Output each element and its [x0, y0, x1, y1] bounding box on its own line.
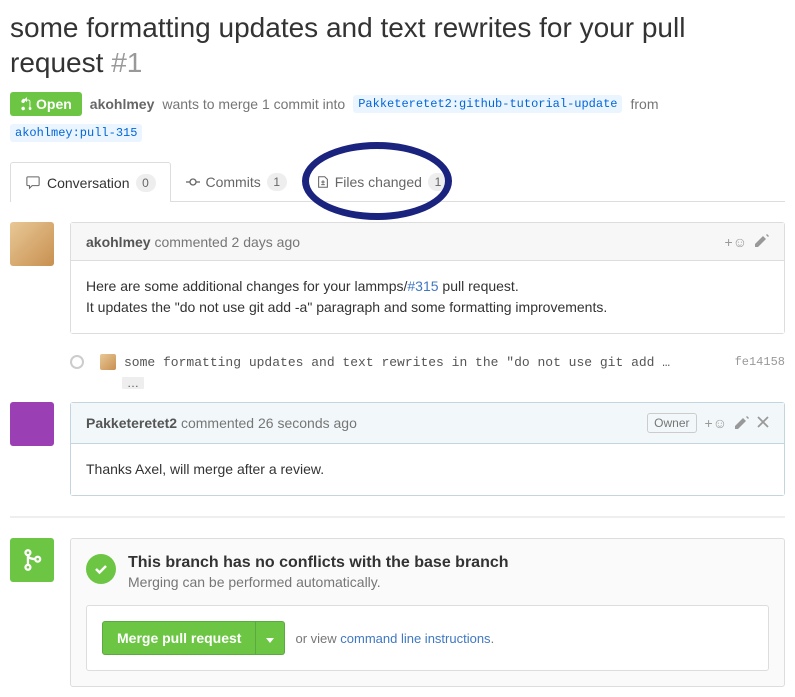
owner-badge: Owner: [647, 413, 696, 433]
tab-files-count: 1: [428, 173, 448, 191]
pr-meta: Open akohlmey wants to merge 1 commit in…: [10, 92, 785, 142]
cmdline-link[interactable]: command line instructions: [340, 631, 490, 646]
avatar[interactable]: [10, 222, 54, 266]
tab-files-label: Files changed: [335, 174, 422, 190]
merge-dropdown-button[interactable]: [256, 621, 285, 655]
merge-text-2: from: [630, 96, 658, 112]
state-label: Open: [36, 96, 72, 112]
merge-status-sub: Merging can be performed automatically.: [128, 574, 509, 590]
pr-number: #1: [111, 47, 142, 78]
comment-action: commented: [154, 234, 227, 250]
git-pr-icon: [20, 97, 32, 111]
git-merge-icon: [21, 547, 43, 573]
divider: [10, 516, 785, 518]
tab-commits-label: Commits: [206, 174, 261, 190]
commit-avatar[interactable]: [100, 354, 116, 370]
pr-title: some formatting updates and text rewrite…: [10, 10, 785, 80]
merge-section: This branch has no conflicts with the ba…: [10, 538, 785, 687]
tab-files-changed[interactable]: Files changed 1: [302, 162, 463, 201]
edit-icon[interactable]: [735, 415, 749, 432]
merge-icon-box: [10, 538, 54, 582]
merge-alt-text: or view command line instructions.: [295, 631, 494, 646]
merge-status-title: This branch has no conflicts with the ba…: [128, 554, 509, 572]
tab-commits[interactable]: Commits 1: [171, 162, 302, 201]
edit-icon[interactable]: [755, 233, 769, 250]
base-branch[interactable]: Pakketeretet2:github-tutorial-update: [353, 95, 622, 113]
comment-time[interactable]: 2 days ago: [232, 234, 301, 250]
commit-row: some formatting updates and text rewrite…: [70, 346, 785, 378]
state-badge-open: Open: [10, 92, 82, 116]
tab-conversation[interactable]: Conversation 0: [10, 162, 171, 202]
add-reaction-icon[interactable]: +☺: [705, 415, 727, 431]
tab-commits-count: 1: [267, 173, 287, 191]
commit-icon: [186, 175, 200, 189]
period: .: [491, 631, 495, 646]
comment-header: akohlmey commented 2 days ago +☺: [71, 223, 784, 261]
comment-body: Thanks Axel, will merge after a review.: [71, 444, 784, 495]
comment-1: akohlmey commented 2 days ago +☺ Here ar…: [10, 222, 785, 334]
body-text: Here are some additional changes for you…: [86, 278, 407, 294]
body-text-b: pull request.: [439, 278, 519, 294]
merge-or-text: or view: [295, 631, 340, 646]
comment-2: Pakketeretet2 commented 26 seconds ago O…: [10, 402, 785, 496]
commit-message[interactable]: some formatting updates and text rewrite…: [124, 355, 727, 370]
merge-actions: Merge pull request or view command line …: [86, 605, 769, 671]
merge-text-1: wants to merge 1 commit into: [162, 96, 345, 112]
comment-action: commented: [181, 415, 254, 431]
comment-icon: [25, 176, 41, 190]
add-reaction-icon[interactable]: +☺: [725, 234, 747, 250]
expand-commit-button[interactable]: …: [122, 377, 144, 389]
merge-status: This branch has no conflicts with the ba…: [71, 539, 784, 605]
avatar[interactable]: [10, 402, 54, 446]
merge-panel: This branch has no conflicts with the ba…: [70, 538, 785, 687]
tab-conversation-count: 0: [136, 174, 156, 192]
timeline: akohlmey commented 2 days ago +☺ Here ar…: [10, 222, 785, 687]
close-icon[interactable]: [757, 415, 769, 431]
comment-box: Pakketeretet2 commented 26 seconds ago O…: [70, 402, 785, 496]
commit-sha[interactable]: fe14158: [735, 355, 785, 369]
chevron-down-icon: [266, 638, 274, 643]
comment-author[interactable]: akohlmey: [86, 234, 151, 250]
issue-link[interactable]: #315: [407, 278, 438, 294]
tab-conversation-label: Conversation: [47, 175, 130, 191]
body-text: Thanks Axel, will merge after a review.: [86, 459, 769, 480]
comment-body: Here are some additional changes for you…: [71, 261, 784, 333]
merge-pr-button[interactable]: Merge pull request: [102, 621, 256, 655]
check-icon: [86, 554, 116, 584]
comment-author[interactable]: Pakketeretet2: [86, 415, 177, 431]
comment-header: Pakketeretet2 commented 26 seconds ago O…: [71, 403, 784, 444]
body-text-2: It updates the "do not use git add -a" p…: [86, 297, 769, 318]
comment-box: akohlmey commented 2 days ago +☺ Here ar…: [70, 222, 785, 334]
pr-author-link[interactable]: akohlmey: [90, 96, 155, 112]
comment-time[interactable]: 26 seconds ago: [258, 415, 357, 431]
head-branch[interactable]: akohlmey:pull-315: [10, 124, 142, 142]
file-diff-icon: [317, 175, 329, 189]
pr-tabs: Conversation 0 Commits 1 Files changed 1: [10, 162, 785, 202]
